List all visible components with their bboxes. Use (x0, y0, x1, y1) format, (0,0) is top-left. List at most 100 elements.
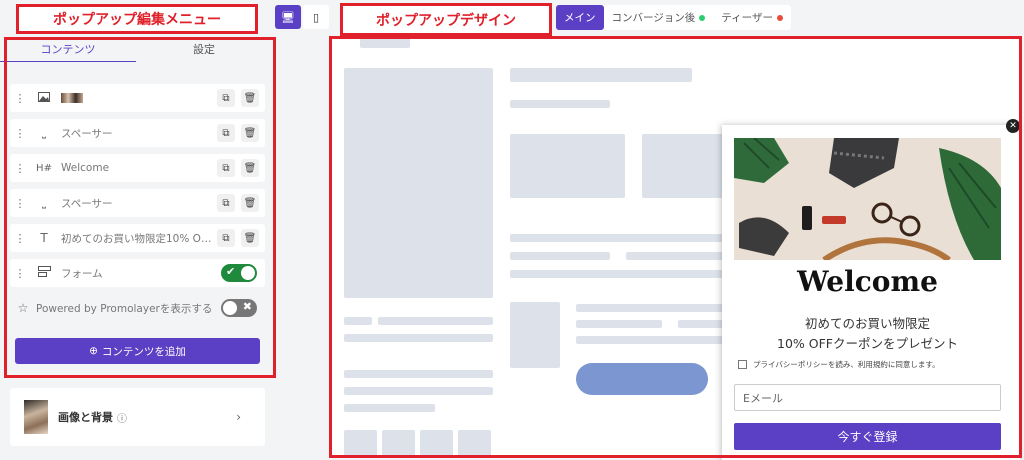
skeleton-block (344, 404, 435, 412)
x-icon: ✖ (242, 300, 252, 313)
powered-by-row: ☆ Powered by Promolayerを表示する ✖ (10, 294, 265, 322)
drag-handle-icon[interactable]: ⋮ (13, 127, 27, 140)
copy-icon[interactable]: ⧉ (217, 89, 235, 107)
content-row-image[interactable]: ⋮ ⧉ 🗑 (10, 84, 265, 112)
subscribe-button[interactable]: 今すぐ登録 (734, 423, 1001, 450)
content-row-text[interactable]: ⋮ T 初めてのお買い物限定10% OFFクーポンをプレゼント ⧉ 🗑 (10, 224, 265, 252)
annotation-menu-label: ポップアップ編集メニュー (16, 4, 258, 34)
plus-circle-icon: ⊕ (89, 345, 98, 357)
drag-handle-icon[interactable]: ⋮ (13, 267, 27, 280)
skeleton-block (510, 68, 692, 82)
row-label: フォーム (61, 267, 103, 280)
drag-handle-icon[interactable]: ⋮ (13, 197, 27, 210)
skeleton-block (510, 252, 610, 260)
image-and-background-row[interactable]: 画像と背景 ⓘ › (10, 388, 265, 446)
privacy-consent: プライバシーポリシーを読み、利用規約に同意します。 (738, 359, 940, 370)
annotation-design-label: ポップアップデザイン (340, 3, 552, 36)
skeleton-block (344, 68, 493, 298)
trash-icon[interactable]: 🗑 (241, 159, 259, 177)
copy-icon[interactable]: ⧉ (217, 124, 235, 142)
content-row-heading[interactable]: ⋮ H# Welcome ⧉ 🗑 (10, 154, 265, 182)
trash-icon[interactable]: 🗑 (241, 194, 259, 212)
trash-icon[interactable]: 🗑 (241, 124, 259, 142)
skeleton-block (510, 100, 610, 108)
copy-icon[interactable]: ⧉ (217, 159, 235, 177)
privacy-checkbox[interactable] (738, 360, 747, 369)
form-toggle[interactable]: ✔ (221, 264, 257, 282)
powered-by-toggle[interactable]: ✖ (221, 299, 257, 317)
trash-icon[interactable]: 🗑 (241, 229, 259, 247)
skeleton-block (576, 336, 726, 344)
drag-handle-icon[interactable]: ⋮ (13, 232, 27, 245)
copy-icon[interactable]: ⧉ (217, 229, 235, 247)
powered-by-label: Powered by Promolayerを表示する (36, 302, 213, 315)
mobile-icon: ▯ (312, 10, 320, 24)
drag-handle-icon[interactable]: ⋮ (13, 92, 27, 105)
image-icon (33, 91, 55, 105)
skeleton-block (510, 302, 560, 368)
skeleton-block (344, 370, 493, 378)
status-dot (699, 14, 706, 21)
mobile-view-button[interactable]: ▯ (303, 5, 329, 29)
skeleton-block (510, 270, 730, 278)
skeleton-block (420, 430, 453, 456)
skeleton-block (510, 234, 730, 242)
tab-main[interactable]: メイン (556, 5, 604, 30)
skeleton-block (344, 334, 493, 342)
skeleton-button (576, 363, 708, 395)
trash-icon[interactable]: 🗑 (241, 89, 259, 107)
toggle-knob (241, 266, 255, 280)
tab-settings[interactable]: 設定 (136, 38, 272, 62)
add-content-button[interactable]: ⊕ コンテンツを追加 (15, 338, 260, 364)
skeleton-block (344, 317, 372, 325)
popup-subtitle-line2: 10% OFFクーポンをプレゼント (777, 336, 958, 351)
row-label: Welcome (61, 162, 110, 174)
skeleton-block (576, 320, 662, 328)
chevron-right-icon[interactable]: › (236, 410, 241, 424)
tab-after-conversion[interactable]: コンバージョン後 (604, 5, 714, 30)
help-icon[interactable]: ⓘ (117, 410, 127, 425)
spacer-icon: ⎵ (42, 127, 46, 139)
content-row-spacer[interactable]: ⋮ ⎵ スペーサー ⧉ 🗑 (10, 189, 265, 217)
tab-contents[interactable]: コンテンツ (0, 38, 136, 62)
desktop-icon: 🖥 (281, 10, 295, 24)
content-row-form[interactable]: ⋮ フォーム ✔ (10, 259, 265, 287)
skeleton-block (510, 134, 625, 198)
skeleton-block (344, 430, 377, 456)
skeleton-block (382, 430, 415, 456)
row-label: スペーサー (61, 197, 113, 210)
star-icon: ☆ (17, 301, 29, 315)
popup-subtitle-line1: 初めてのお買い物限定 (804, 316, 930, 331)
toggle-knob (223, 301, 237, 315)
desktop-view-button[interactable]: 🖥 (275, 5, 301, 29)
privacy-label: プライバシーポリシーを読み、利用規約に同意します。 (753, 360, 940, 369)
popup-title: Welcome (797, 265, 938, 298)
spacer-icon: ⎵ (42, 197, 46, 209)
drag-handle-icon[interactable]: ⋮ (13, 162, 27, 175)
skeleton-block (576, 304, 726, 312)
copy-icon[interactable]: ⧉ (217, 194, 235, 212)
popup-hero-image (734, 138, 1001, 260)
email-field[interactable]: Eメール (734, 384, 1001, 411)
check-icon: ✔ (226, 265, 236, 278)
status-dot (776, 14, 783, 21)
skeleton-block (360, 38, 410, 48)
skeleton-block (344, 387, 493, 395)
text-icon: T (40, 231, 48, 245)
editor-panel: コンテンツ 設定 ⋮ ⧉ 🗑 ⋮ ⎵ スペーサー ⧉ 🗑 ⋮ H# Welcom… (0, 0, 280, 460)
content-row-spacer[interactable]: ⋮ ⎵ スペーサー ⧉ 🗑 (10, 119, 265, 147)
tab-teaser[interactable]: ティーザー (713, 5, 791, 30)
row-label: 初めてのお買い物限定10% OFFクーポンをプレゼント (61, 232, 217, 245)
skeleton-block (458, 430, 491, 456)
view-tabs: メイン コンバージョン後 ティーザー (556, 5, 791, 30)
editor-tabs: コンテンツ 設定 (0, 38, 272, 62)
heading-icon: H# (36, 162, 52, 174)
skeleton-block (378, 317, 493, 325)
image-and-background-label: 画像と背景 (58, 411, 113, 424)
row-label: スペーサー (61, 127, 113, 140)
background-thumbnail (24, 400, 48, 434)
skeleton-block (626, 252, 726, 260)
image-thumbnail (61, 93, 83, 103)
form-icon (33, 266, 55, 280)
close-icon[interactable]: ✕ (1006, 119, 1020, 133)
